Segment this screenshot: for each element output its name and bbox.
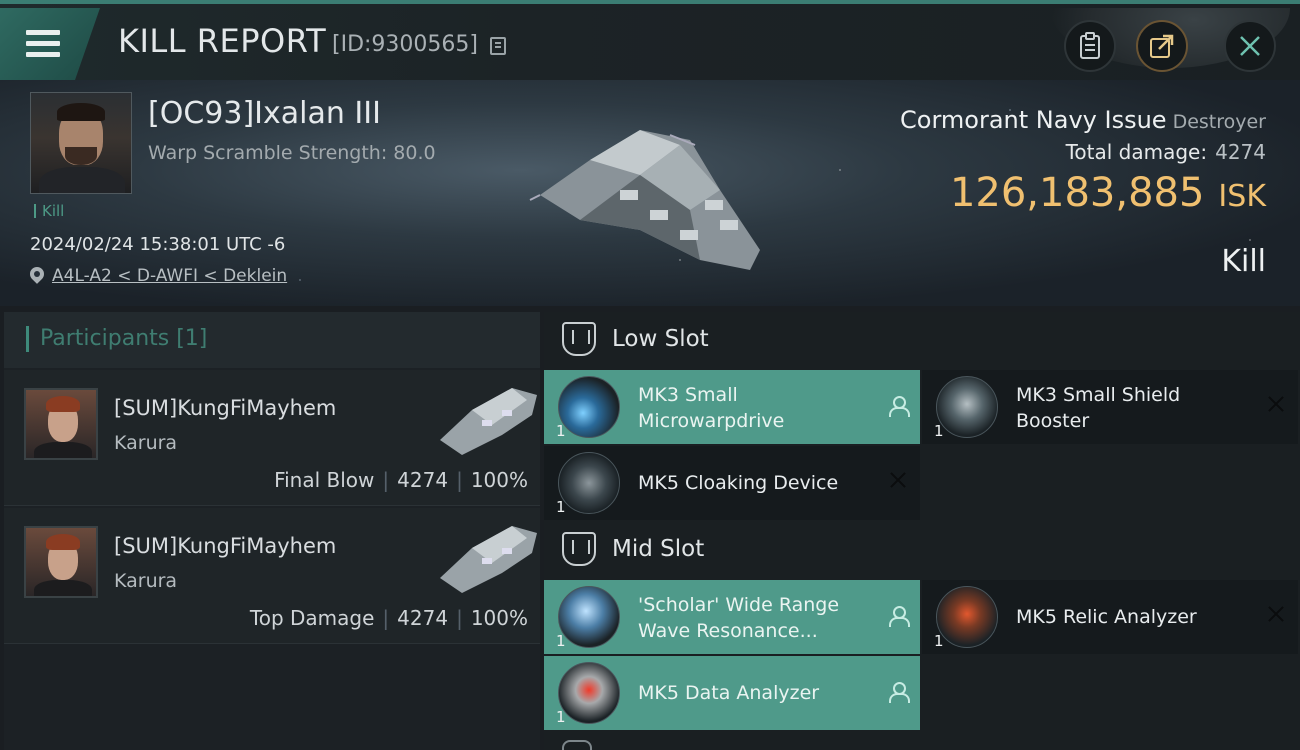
module-qty: 1 bbox=[556, 632, 566, 650]
microwarpdrive-icon bbox=[558, 376, 620, 438]
isk-value: 126,183,885 bbox=[949, 170, 1205, 216]
report-id: [ID:9300565] bbox=[332, 32, 478, 57]
dropped-person-icon bbox=[888, 606, 910, 627]
participant-name[interactable]: [SUM]KungFiMayhem bbox=[114, 396, 336, 420]
participant-role: Top Damage bbox=[249, 606, 375, 630]
module-name: MK5 Data Analyzer bbox=[638, 682, 820, 704]
module-item[interactable]: 1 'Scholar' Wide Range Wave Resonance... bbox=[544, 580, 920, 654]
kill-timestamp: 2024/02/24 15:38:01 UTC -6 bbox=[30, 234, 286, 255]
module-item[interactable]: 1 MK5 Data Analyzer bbox=[544, 656, 920, 730]
module-qty: 1 bbox=[934, 422, 944, 440]
header-accent-bar bbox=[26, 326, 29, 352]
menu-button[interactable] bbox=[0, 8, 100, 80]
victim-banner: [OC93]Ixalan III Warp Scramble Strength:… bbox=[0, 80, 1300, 306]
module-name: 'Scholar' Wide Range Wave Resonance... bbox=[638, 594, 840, 642]
share-icon bbox=[1150, 34, 1174, 58]
module-qty: 1 bbox=[556, 422, 566, 440]
module-row: 1 'Scholar' Wide Range Wave Resonance...… bbox=[544, 580, 1300, 656]
total-damage-label: Total damage: bbox=[1065, 140, 1208, 164]
dropped-person-icon bbox=[888, 396, 910, 417]
low-slot-header: Low Slot bbox=[544, 312, 1300, 370]
participant-damage: 4274 bbox=[397, 606, 449, 630]
module-qty: 1 bbox=[556, 498, 566, 516]
total-damage-value: 4274 bbox=[1215, 140, 1266, 164]
location-pin-icon bbox=[30, 267, 44, 285]
mid-slot-header: Mid Slot bbox=[544, 522, 1300, 580]
ship-type: Cormorant Navy Issue bbox=[900, 106, 1167, 134]
total-damage: Total damage: 4274 bbox=[1066, 140, 1266, 164]
victim-ship-image bbox=[529, 130, 760, 270]
warp-scramble-strength: Warp Scramble Strength: 80.0 bbox=[148, 142, 436, 164]
participant-ship: Karura bbox=[114, 570, 178, 592]
scanner-globe-icon bbox=[558, 586, 620, 648]
copy-id-icon[interactable] bbox=[490, 37, 506, 55]
location-link[interactable]: A4L-A2 < D-AWFI < Deklein bbox=[30, 266, 287, 286]
participant-ship: Karura bbox=[114, 432, 178, 454]
module-item[interactable]: 1 MK5 Cloaking Device bbox=[544, 446, 920, 520]
victim-portrait[interactable] bbox=[30, 92, 132, 194]
ship-class: Destroyer bbox=[1172, 111, 1266, 133]
isk-loss: 126,183,885 ISK bbox=[950, 170, 1266, 216]
module-qty: 1 bbox=[556, 708, 566, 726]
module-row: 1 MK5 Cloaking Device bbox=[544, 446, 1300, 522]
participant-role: Final Blow bbox=[274, 468, 375, 492]
participant-row[interactable]: [SUM]KungFiMayhem Karura Final Blow | 4274… bbox=[4, 370, 540, 506]
participant-stats: Final Blow | 4274 | 100% bbox=[274, 468, 528, 492]
close-button[interactable] bbox=[1224, 20, 1276, 72]
clipboard-button[interactable] bbox=[1064, 20, 1116, 72]
victim-ship-name[interactable]: Cormorant Navy Issue Destroyer bbox=[900, 106, 1266, 134]
mid-slot-title: Mid Slot bbox=[612, 536, 705, 562]
module-item[interactable]: 1 MK5 Relic Analyzer bbox=[922, 580, 1298, 654]
participant-percent: 100% bbox=[470, 606, 528, 630]
location-text[interactable]: A4L-A2 < D-AWFI < Deklein bbox=[52, 266, 287, 286]
mid-slot-icon bbox=[562, 532, 596, 566]
cloaking-device-icon bbox=[558, 452, 620, 514]
participant-name[interactable]: [SUM]KungFiMayhem bbox=[114, 534, 336, 558]
participant-row[interactable]: [SUM]KungFiMayhem Karura Top Damage | 4274… bbox=[4, 508, 540, 644]
participants-panel: Participants [1] [SUM]KungFiMayhem Karur… bbox=[4, 312, 540, 750]
participants-title: Participants [1] bbox=[40, 326, 208, 351]
clipboard-icon bbox=[1080, 32, 1100, 59]
next-slot-icon bbox=[562, 740, 592, 750]
shield-booster-icon bbox=[936, 376, 998, 438]
module-name: MK5 Cloaking Device bbox=[638, 472, 839, 494]
participant-damage: 4274 bbox=[397, 468, 449, 492]
module-qty: 1 bbox=[934, 632, 944, 650]
module-name: MK5 Relic Analyzer bbox=[1016, 606, 1197, 628]
participant-ship-image bbox=[440, 388, 537, 455]
participant-ship-image bbox=[440, 526, 537, 593]
low-slot-icon bbox=[562, 322, 596, 356]
module-name: MK3 Small Shield Booster bbox=[1016, 384, 1181, 432]
participants-header: Participants [1] bbox=[4, 312, 540, 368]
destroyed-x-icon bbox=[1266, 604, 1286, 624]
victim-name[interactable]: [OC93]Ixalan III bbox=[148, 96, 381, 131]
kill-result: Kill bbox=[1221, 244, 1266, 279]
relic-analyzer-icon bbox=[936, 586, 998, 648]
participant-portrait[interactable] bbox=[24, 526, 98, 598]
page-title: KILL REPORT bbox=[118, 22, 327, 60]
low-slot-title: Low Slot bbox=[612, 326, 709, 352]
destroyed-x-icon bbox=[1266, 394, 1286, 414]
hamburger-icon bbox=[26, 30, 60, 57]
participant-percent: 100% bbox=[470, 468, 528, 492]
participant-portrait[interactable] bbox=[24, 388, 98, 460]
title-bar: KILL REPORT [ID:9300565] bbox=[0, 0, 1300, 80]
module-item[interactable]: 1 MK3 Small Shield Booster bbox=[922, 370, 1298, 444]
dropped-person-icon bbox=[888, 682, 910, 703]
fitting-panel: Low Slot 1 MK3 Small Microwarpdrive 1 MK… bbox=[544, 312, 1300, 750]
module-row: 1 MK5 Data Analyzer bbox=[544, 656, 1300, 732]
kill-tag: Kill bbox=[34, 204, 64, 219]
share-button[interactable] bbox=[1136, 20, 1188, 72]
module-name: MK3 Small Microwarpdrive bbox=[638, 384, 785, 432]
module-row: 1 MK3 Small Microwarpdrive 1 MK3 Small S… bbox=[544, 370, 1300, 446]
destroyed-x-icon bbox=[888, 470, 908, 490]
module-item[interactable]: 1 MK3 Small Microwarpdrive bbox=[544, 370, 920, 444]
close-icon bbox=[1240, 36, 1260, 56]
data-analyzer-icon bbox=[558, 662, 620, 724]
participant-stats: Top Damage | 4274 | 100% bbox=[249, 606, 528, 630]
isk-unit: ISK bbox=[1218, 179, 1266, 214]
